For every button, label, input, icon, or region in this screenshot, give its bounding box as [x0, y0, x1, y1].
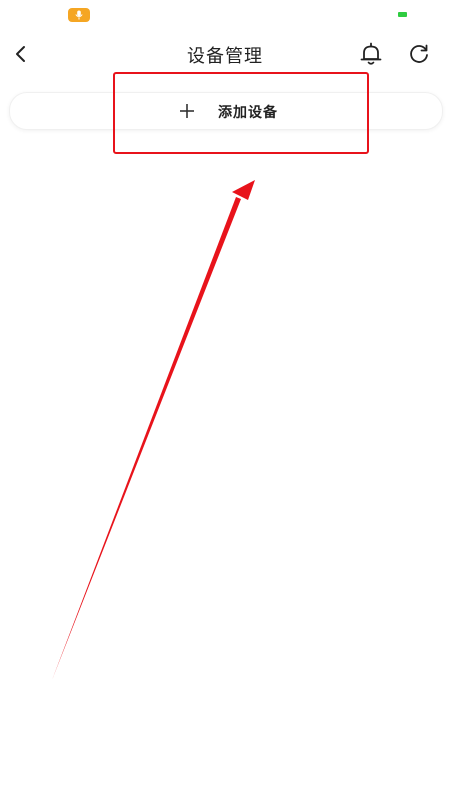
- notification-button[interactable]: [358, 40, 384, 68]
- microphone-icon: [68, 8, 90, 22]
- add-device-button[interactable]: 添加设备: [9, 92, 443, 130]
- refresh-button[interactable]: [405, 40, 433, 68]
- bell-icon: [360, 42, 382, 65]
- battery-icon: [398, 12, 407, 17]
- status-bar: [0, 0, 450, 30]
- plus-icon: [180, 104, 194, 118]
- refresh-icon: [410, 44, 428, 63]
- header: 设备管理: [0, 32, 450, 76]
- add-device-label: 添加设备: [218, 105, 278, 121]
